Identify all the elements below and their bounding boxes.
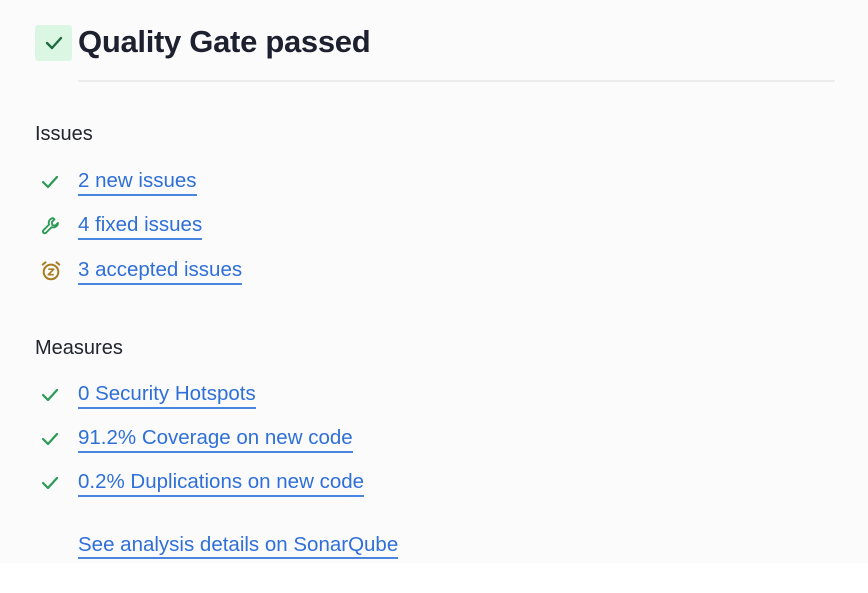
quality-gate-panel: Quality Gate passed Issues 2 new issues … [0, 0, 868, 563]
check-icon [40, 170, 66, 194]
quality-gate-title: Quality Gate passed [78, 24, 371, 59]
wrench-icon [40, 214, 66, 238]
issue-row-new: 2 new issues [40, 167, 197, 197]
check-icon [40, 383, 66, 407]
accepted-issues-link[interactable]: 3 accepted issues [78, 258, 243, 285]
header-divider [78, 80, 835, 82]
snooze-clock-icon [40, 259, 66, 283]
analysis-details-row: See analysis details on SonarQube [78, 533, 399, 559]
measure-row-duplications: 0.2% Duplications on new code [40, 468, 365, 498]
issue-row-accepted: 3 accepted issues [40, 256, 243, 286]
security-hotspots-link[interactable]: 0 Security Hotspots [78, 382, 256, 409]
fixed-issues-link[interactable]: 4 fixed issues [78, 213, 203, 240]
check-icon [40, 471, 66, 495]
issues-section-title: Issues [35, 123, 93, 145]
measures-section-title: Measures [35, 337, 123, 359]
check-icon [40, 427, 66, 451]
quality-gate-status-badge [35, 25, 72, 61]
measure-row-hotspots: 0 Security Hotspots [40, 380, 256, 410]
duplications-link[interactable]: 0.2% Duplications on new code [78, 470, 365, 497]
new-issues-link[interactable]: 2 new issues [78, 169, 197, 196]
analysis-details-link[interactable]: See analysis details on SonarQube [78, 533, 399, 559]
issue-row-fixed: 4 fixed issues [40, 211, 203, 241]
coverage-link[interactable]: 91.2% Coverage on new code [78, 426, 353, 453]
check-icon [45, 36, 62, 50]
measure-row-coverage: 91.2% Coverage on new code [40, 424, 353, 454]
